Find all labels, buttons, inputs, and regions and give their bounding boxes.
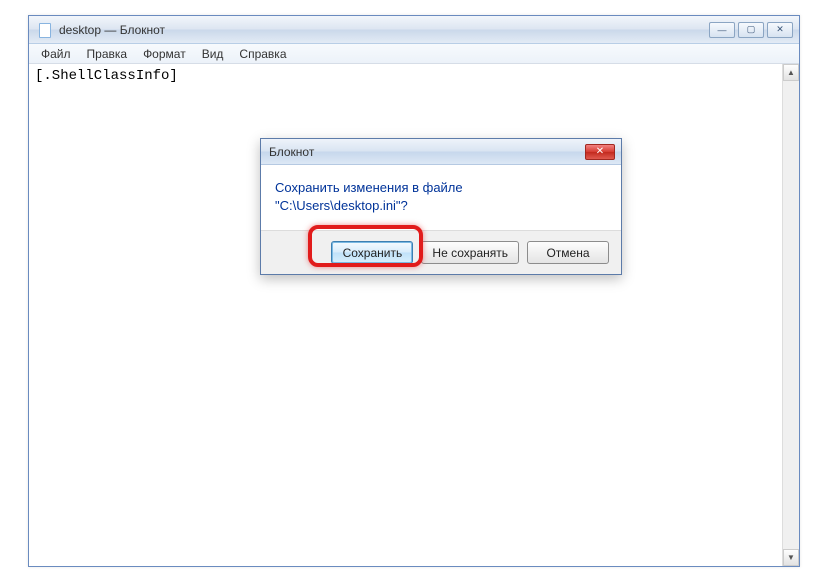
dialog-close-button[interactable]: ✕: [585, 144, 615, 160]
menubar: Файл Правка Формат Вид Справка: [29, 44, 799, 64]
save-button[interactable]: Сохранить: [331, 241, 413, 264]
window-controls: — ▢ ✕: [709, 22, 793, 38]
save-dialog: Блокнот ✕ Сохранить изменения в файле "C…: [260, 138, 622, 275]
titlebar[interactable]: desktop — Блокнот — ▢ ✕: [29, 16, 799, 44]
dialog-titlebar[interactable]: Блокнот ✕: [261, 139, 621, 165]
maximize-button[interactable]: ▢: [738, 22, 764, 38]
dialog-message-line2: "C:\Users\desktop.ini"?: [275, 197, 607, 215]
menu-edit[interactable]: Правка: [79, 45, 136, 63]
menu-help[interactable]: Справка: [231, 45, 294, 63]
scroll-up-button[interactable]: ▲: [783, 64, 799, 81]
dialog-button-row: Сохранить Не сохранять Отмена: [261, 230, 621, 274]
dont-save-button[interactable]: Не сохранять: [421, 241, 519, 264]
menu-view[interactable]: Вид: [194, 45, 232, 63]
notepad-window: desktop — Блокнот — ▢ ✕ Файл Правка Форм…: [28, 15, 800, 567]
close-button[interactable]: ✕: [767, 22, 793, 38]
menu-file[interactable]: Файл: [33, 45, 79, 63]
dialog-message-line1: Сохранить изменения в файле: [275, 179, 607, 197]
vertical-scrollbar[interactable]: ▲ ▼: [782, 64, 799, 566]
window-title: desktop — Блокнот: [57, 23, 709, 37]
dialog-title: Блокнот: [269, 145, 585, 159]
cancel-button[interactable]: Отмена: [527, 241, 609, 264]
notepad-icon: [37, 22, 53, 38]
dialog-message: Сохранить изменения в файле "C:\Users\de…: [261, 165, 621, 230]
menu-format[interactable]: Формат: [135, 45, 194, 63]
minimize-button[interactable]: —: [709, 22, 735, 38]
scroll-down-button[interactable]: ▼: [783, 549, 799, 566]
